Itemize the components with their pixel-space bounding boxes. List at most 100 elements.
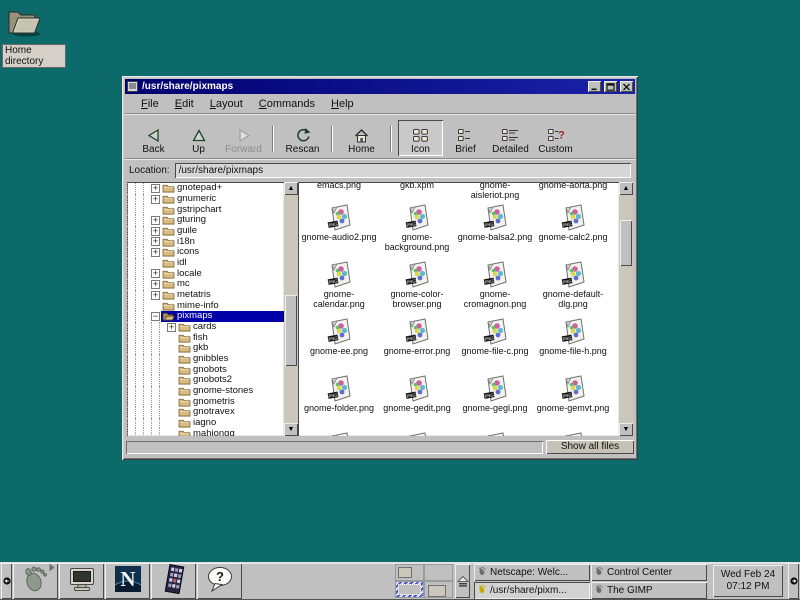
scroll-down-arrow[interactable]: ▼	[284, 423, 298, 436]
expand-plus-icon[interactable]: +	[151, 291, 160, 300]
file-item[interactable]: PNGgnome-file-c.png	[456, 317, 534, 371]
file-item[interactable]: PNGgnome-balsa2.png	[456, 203, 534, 257]
tree-item-gnibbles[interactable]: gnibbles	[127, 354, 284, 365]
file-item[interactable]: PNGgnome-ee.png	[300, 317, 378, 371]
file-item[interactable]: PNGgnome-error.png	[378, 317, 456, 371]
folder-icon	[178, 375, 191, 385]
back-button[interactable]: Back	[131, 120, 176, 156]
desktop-home-directory-icon[interactable]: Home directory	[2, 4, 66, 68]
file-item[interactable]: PNGgnome-cromagnon.png	[456, 260, 534, 314]
tree-item-guile[interactable]: +guile	[127, 226, 284, 237]
close-button[interactable]	[620, 81, 633, 92]
tree-item-gturing[interactable]: +gturing	[127, 215, 284, 226]
expand-plus-icon[interactable]: +	[151, 195, 160, 204]
tree-scrollbar[interactable]: ▲ ▼	[284, 182, 298, 436]
custom-button[interactable]: ?Custom	[533, 120, 578, 156]
scroll-thumb[interactable]	[620, 220, 632, 266]
minimize-button[interactable]	[588, 81, 601, 92]
workspace-3-active[interactable]	[395, 581, 424, 598]
expand-plus-icon[interactable]: +	[151, 216, 160, 225]
file-item[interactable]: PNGgnome-color-browser.png	[378, 260, 456, 314]
tree-item-cards[interactable]: +cards	[127, 322, 284, 333]
file-item[interactable]: PNGgnome-file-h.png	[534, 317, 612, 371]
up-button[interactable]: Up	[176, 120, 221, 156]
tree-item-mahjongg[interactable]: mahjongg	[127, 428, 284, 436]
workspace-4[interactable]	[424, 581, 453, 598]
expand-plus-icon[interactable]: +	[151, 237, 160, 246]
file-item[interactable]: gkb.xpm	[378, 182, 456, 200]
scroll-up-arrow[interactable]: ▲	[619, 182, 633, 195]
tree-item-gnumeric[interactable]: +gnumeric	[127, 194, 284, 205]
file-item[interactable]: emacs.png	[300, 182, 378, 200]
menu-file[interactable]: File	[133, 97, 167, 111]
panel-hide-left-button[interactable]	[1, 563, 12, 599]
location-input[interactable]: /usr/share/pixmaps	[175, 163, 631, 178]
launcher-netscape[interactable]: N	[105, 563, 150, 599]
detailed-button[interactable]: Detailed	[488, 120, 533, 156]
taskbar-task-button[interactable]: Control Center	[591, 564, 707, 581]
menu-edit[interactable]: Edit	[167, 97, 202, 111]
folder-icon	[162, 290, 175, 300]
tree-item-metatris[interactable]: +metatris	[127, 290, 284, 301]
file-item[interactable]: gnome-aorta.png	[534, 182, 612, 200]
tasklist-raise-button[interactable]	[455, 564, 470, 598]
taskbar-task-button[interactable]: The GIMP	[591, 582, 707, 599]
scroll-track[interactable]	[284, 195, 298, 423]
tree-guide-line	[127, 290, 135, 301]
window-titlebar[interactable]: /usr/share/pixmaps	[125, 79, 635, 94]
forward-button[interactable]: Forward	[221, 120, 266, 156]
launcher-gnome-main-menu[interactable]	[13, 563, 58, 599]
launcher-keypad[interactable]	[151, 563, 196, 599]
file-item[interactable]: PNGgnome-folder.png	[300, 374, 378, 428]
file-item[interactable]: PNGgnome-calc2.png	[534, 203, 612, 257]
tree-item-icons[interactable]: +icons	[127, 247, 284, 258]
panel-launchers: N?	[13, 563, 243, 599]
menu-commands[interactable]: Commands	[251, 97, 323, 111]
icon-button[interactable]: Icon	[398, 120, 443, 156]
taskbar-task-button[interactable]: Netscape: Welc...	[474, 564, 590, 581]
menu-layout[interactable]: Layout	[202, 97, 251, 111]
rescan-button[interactable]: Rescan	[280, 120, 325, 156]
iconview-scrollbar[interactable]: ▲ ▼	[619, 182, 633, 436]
tree-item-i18n[interactable]: +i18n	[127, 236, 284, 247]
toolbar-button-label: Forward	[225, 144, 262, 155]
file-item[interactable]: PNGgnome-background.png	[378, 203, 456, 257]
tree-item-main: gnibbles	[177, 354, 284, 365]
workspace-2[interactable]	[424, 564, 453, 581]
tree-item-gnome-stones[interactable]: gnome-stones	[127, 386, 284, 397]
tree-item-idl[interactable]: idl	[127, 258, 284, 269]
tree-item-iagno[interactable]: iagno	[127, 418, 284, 429]
file-item[interactable]: PNGgnome-gedit.png	[378, 374, 456, 428]
expand-plus-icon[interactable]: +	[151, 184, 160, 193]
file-item[interactable]: PNGgnome-gemvt.png	[534, 374, 612, 428]
expand-plus-icon[interactable]: +	[151, 280, 160, 289]
collapse-minus-icon[interactable]: −	[151, 312, 160, 321]
expand-plus-icon[interactable]: +	[151, 269, 160, 278]
workspace-pager[interactable]	[395, 564, 453, 598]
tree-item-locale[interactable]: +locale	[127, 268, 284, 279]
launcher-terminal[interactable]	[59, 563, 104, 599]
expand-plus-icon[interactable]: +	[167, 323, 176, 332]
launcher-help[interactable]: ?	[197, 563, 242, 599]
menu-help[interactable]: Help	[323, 97, 362, 111]
taskbar-task-button[interactable]: /usr/share/pixm...	[474, 582, 590, 599]
brief-button[interactable]: Brief	[443, 120, 488, 156]
tree-item-label: mime-info	[177, 301, 219, 311]
file-item[interactable]: gnome-aisleriot.png	[456, 182, 534, 200]
home-button[interactable]: Home	[339, 120, 384, 156]
expand-plus-icon[interactable]: +	[151, 248, 160, 257]
maximize-button[interactable]	[604, 81, 617, 92]
scroll-thumb[interactable]	[285, 295, 297, 366]
scroll-up-arrow[interactable]: ▲	[284, 182, 298, 195]
expand-plus-icon[interactable]: +	[151, 227, 160, 236]
file-item[interactable]: PNGgnome-audio2.png	[300, 203, 378, 257]
scroll-down-arrow[interactable]: ▼	[619, 423, 633, 436]
file-item[interactable]: PNGgnome-gegl.png	[456, 374, 534, 428]
scroll-track[interactable]	[619, 195, 633, 423]
file-item[interactable]: PNGgnome-default-dlg.png	[534, 260, 612, 314]
show-all-files-button[interactable]: Show all files	[546, 440, 634, 454]
file-item[interactable]: PNGgnome-calendar.png	[300, 260, 378, 314]
workspace-1[interactable]	[395, 564, 424, 581]
window-menu-icon[interactable]	[127, 81, 138, 92]
panel-hide-right-button[interactable]	[788, 563, 799, 599]
